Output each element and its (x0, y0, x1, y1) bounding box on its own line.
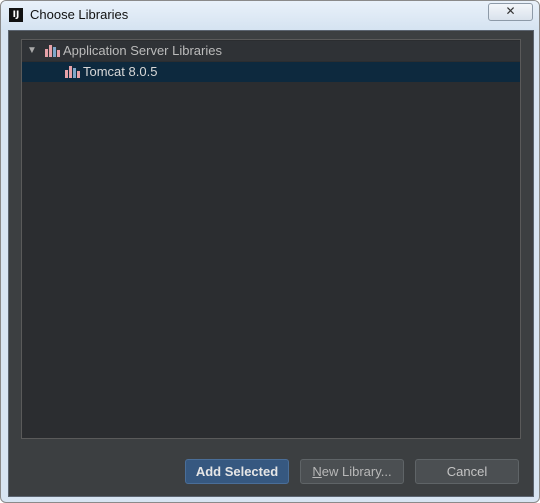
dialog-content: ▼ Application Server Libraries Tomcat 8.… (8, 30, 534, 497)
tree-node-application-server-libraries[interactable]: ▼ Application Server Libraries (22, 41, 520, 61)
add-selected-button[interactable]: Add Selected (185, 459, 289, 484)
title-bar[interactable]: IJ Choose Libraries ✕ (1, 1, 539, 30)
tree-node-label: Application Server Libraries (63, 43, 222, 58)
library-icon (65, 66, 80, 78)
close-icon: ✕ (505, 4, 516, 18)
close-button[interactable]: ✕ (488, 3, 533, 21)
dialog-title: Choose Libraries (30, 7, 129, 22)
expand-arrow-icon[interactable]: ▼ (26, 41, 38, 61)
intellij-app-icon: IJ (9, 8, 23, 22)
library-icon (45, 45, 60, 57)
new-library-button[interactable]: New Library... (300, 459, 404, 484)
cancel-button[interactable]: Cancel (415, 459, 519, 484)
tree-node-label: Tomcat 8.0.5 (83, 64, 158, 79)
libraries-tree[interactable]: ▼ Application Server Libraries Tomcat 8.… (21, 39, 521, 439)
mnemonic-letter: N (312, 464, 322, 479)
choose-libraries-dialog: IJ Choose Libraries ✕ ▼ Application Serv… (0, 0, 540, 503)
tree-node-tomcat-8-0-5[interactable]: Tomcat 8.0.5 (22, 62, 520, 82)
button-label-rest: ew Library... (321, 464, 392, 479)
